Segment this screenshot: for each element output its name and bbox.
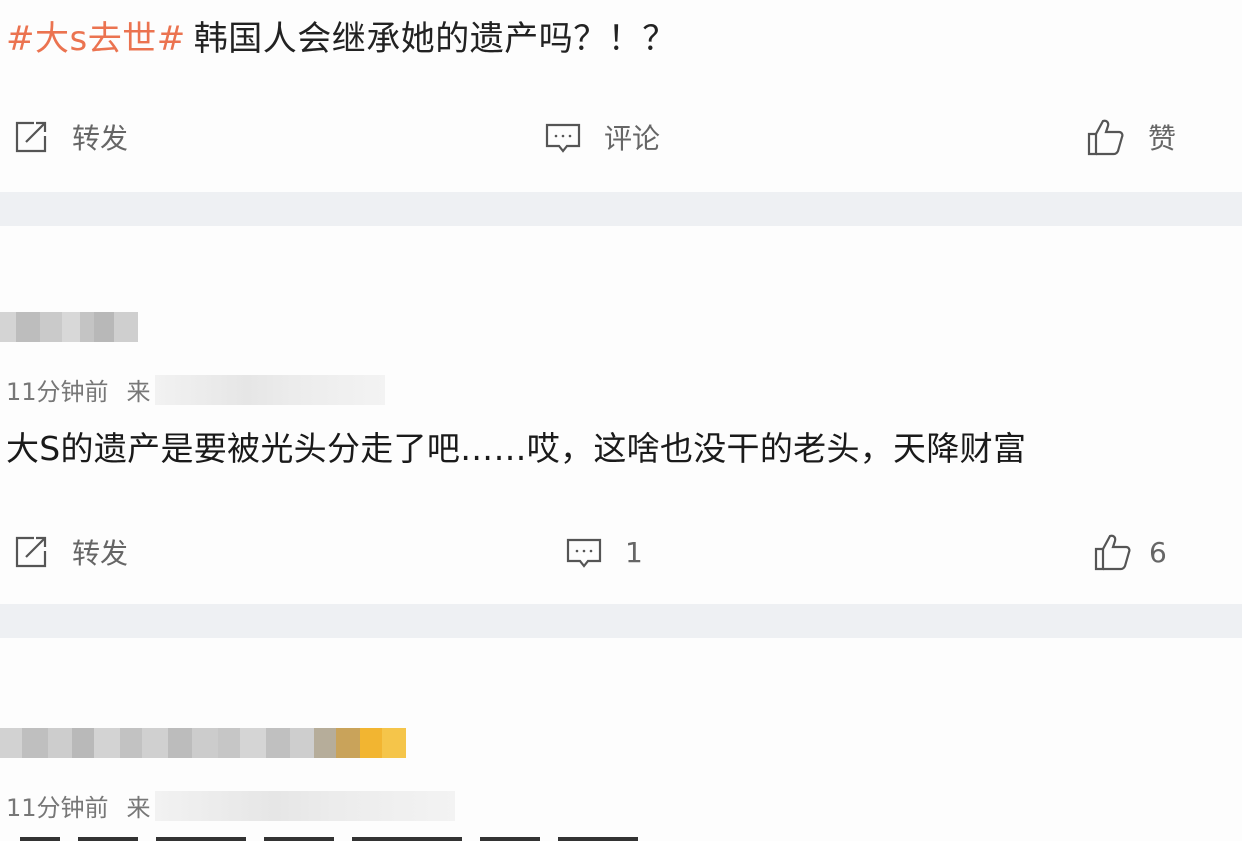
post-text: 韩国人会继承她的遗产吗？！？	[193, 19, 677, 59]
repost-icon	[15, 536, 47, 568]
source-prefix: 来	[126, 794, 151, 822]
comment-action-bar: 转发 1 6	[0, 527, 1242, 577]
repost-button[interactable]: 转发	[12, 527, 128, 577]
like-label: 赞	[1148, 122, 1177, 155]
comment-text: 大S的遗产是要被光头分走了吧……哎，这啥也没干的老头，天降财富	[6, 429, 1027, 468]
comment-icon	[545, 123, 581, 153]
comment-time: 11分钟前	[6, 378, 109, 406]
post-title: #大s去世# 韩国人会继承她的遗产吗？！？	[6, 14, 677, 64]
repost-icon	[15, 121, 47, 153]
username-blurred[interactable]	[0, 728, 406, 758]
comment-meta: 11分钟前 来	[6, 372, 385, 407]
source-blurred	[154, 790, 455, 821]
hashtag-link[interactable]: #大s去世#	[6, 19, 186, 59]
like-button[interactable]: 赞	[1086, 112, 1176, 162]
source-blurred	[154, 374, 385, 405]
comment-button[interactable]: 评论	[544, 112, 660, 162]
comment-text-cut-off	[0, 826, 1242, 841]
post-action-bar: 转发 评论 赞	[0, 112, 1242, 162]
comment-button[interactable]: 1	[565, 527, 643, 577]
comment-label: 评论	[604, 122, 661, 155]
section-divider	[0, 192, 1242, 226]
comment-count: 1	[625, 535, 643, 569]
like-icon	[1094, 534, 1131, 571]
source-prefix: 来	[126, 378, 151, 406]
like-icon	[1087, 119, 1124, 156]
repost-button[interactable]: 转发	[12, 112, 128, 162]
like-button[interactable]: 6	[1093, 527, 1167, 577]
like-count: 6	[1149, 535, 1167, 569]
repost-label: 转发	[72, 122, 129, 155]
comment-time: 11分钟前	[6, 794, 109, 822]
comment-icon	[566, 538, 602, 568]
username-blurred[interactable]	[0, 312, 138, 342]
section-divider	[0, 604, 1242, 638]
comment-meta: 11分钟前 来	[6, 788, 455, 823]
repost-label: 转发	[72, 537, 129, 570]
